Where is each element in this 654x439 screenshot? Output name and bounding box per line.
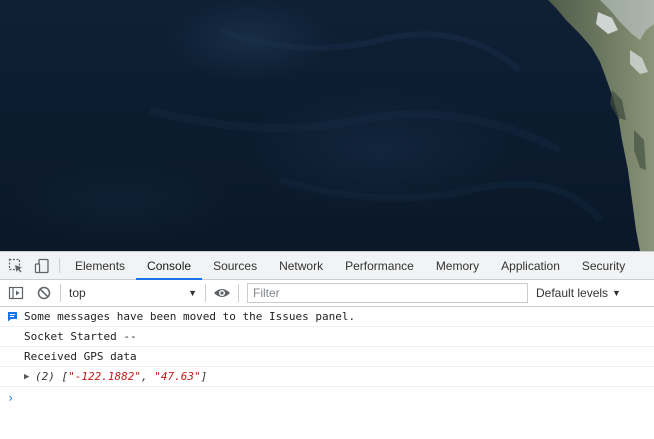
array-value: "47.63": [154, 370, 201, 383]
satellite-map[interactable]: [0, 0, 654, 251]
tab-memory[interactable]: Memory: [425, 252, 490, 279]
tab-network[interactable]: Network: [268, 252, 334, 279]
console-message-info: Some messages have been moved to the Iss…: [0, 307, 654, 327]
tab-sources[interactable]: Sources: [202, 252, 268, 279]
tab-label: Memory: [435, 258, 480, 273]
tabbar-separator: [59, 258, 60, 273]
array-open-bracket: [: [61, 370, 69, 383]
array-count: (2): [35, 370, 55, 383]
expand-triangle-icon[interactable]: ▶: [24, 372, 34, 382]
clear-console-icon[interactable]: [30, 280, 58, 306]
coastline-terrain: [148, 0, 654, 251]
tab-label: Security: [581, 258, 626, 273]
context-selector[interactable]: top ▼: [63, 283, 203, 303]
tab-label: Performance: [345, 258, 414, 273]
tab-console[interactable]: Console: [136, 252, 203, 280]
array-separator: ,: [140, 370, 155, 383]
console-output: Some messages have been moved to the Iss…: [0, 307, 654, 409]
device-toolbar-icon[interactable]: [29, 252, 55, 279]
filter-input[interactable]: Filter: [247, 283, 528, 303]
context-label: top: [69, 286, 86, 300]
toolbar-separator: [60, 284, 61, 302]
tab-label: Console: [147, 258, 192, 273]
tab-security[interactable]: Security: [571, 252, 636, 279]
console-prompt[interactable]: ›: [0, 387, 654, 409]
toolbar-separator: [205, 284, 206, 302]
console-message-text: Socket Started --: [24, 330, 137, 343]
tab-elements[interactable]: Elements: [64, 252, 136, 279]
tab-label: Application: [501, 258, 560, 273]
dropdown-arrow-icon: ▼: [188, 288, 197, 298]
console-message-log: Socket Started --: [0, 327, 654, 347]
live-expression-eye-icon[interactable]: [208, 280, 236, 306]
toolbar-separator: [238, 284, 239, 302]
array-close-bracket: ]: [200, 370, 208, 383]
console-message-text: Some messages have been moved to the Iss…: [24, 310, 356, 323]
tab-label: Sources: [213, 258, 258, 273]
devtools-tabbar: Elements Console Sources Network Perform…: [0, 252, 654, 280]
devtools-panel: Elements Console Sources Network Perform…: [0, 251, 654, 439]
log-levels-label: Default levels: [536, 286, 609, 300]
dropdown-arrow-icon: ▼: [612, 288, 621, 298]
array-value: "-122.1882": [68, 370, 141, 383]
console-message-log: Received GPS data: [0, 347, 654, 367]
tab-label: Elements: [75, 258, 126, 273]
tab-label: Network: [279, 258, 324, 273]
log-levels-dropdown[interactable]: Default levels ▼: [536, 286, 621, 300]
inspect-element-icon[interactable]: [3, 252, 29, 279]
show-sidebar-icon[interactable]: [2, 280, 30, 306]
console-object-array[interactable]: ▶ (2) [ "-122.1882" , "47.63" ]: [0, 367, 654, 387]
tab-application[interactable]: Application: [490, 252, 571, 279]
issues-message-icon: [7, 311, 18, 325]
filter-placeholder: Filter: [253, 286, 280, 300]
prompt-chevron-icon: ›: [7, 391, 15, 405]
tab-performance[interactable]: Performance: [334, 252, 425, 279]
console-toolbar: top ▼ Filter Default levels ▼: [0, 280, 654, 307]
console-message-text: Received GPS data: [24, 350, 137, 363]
